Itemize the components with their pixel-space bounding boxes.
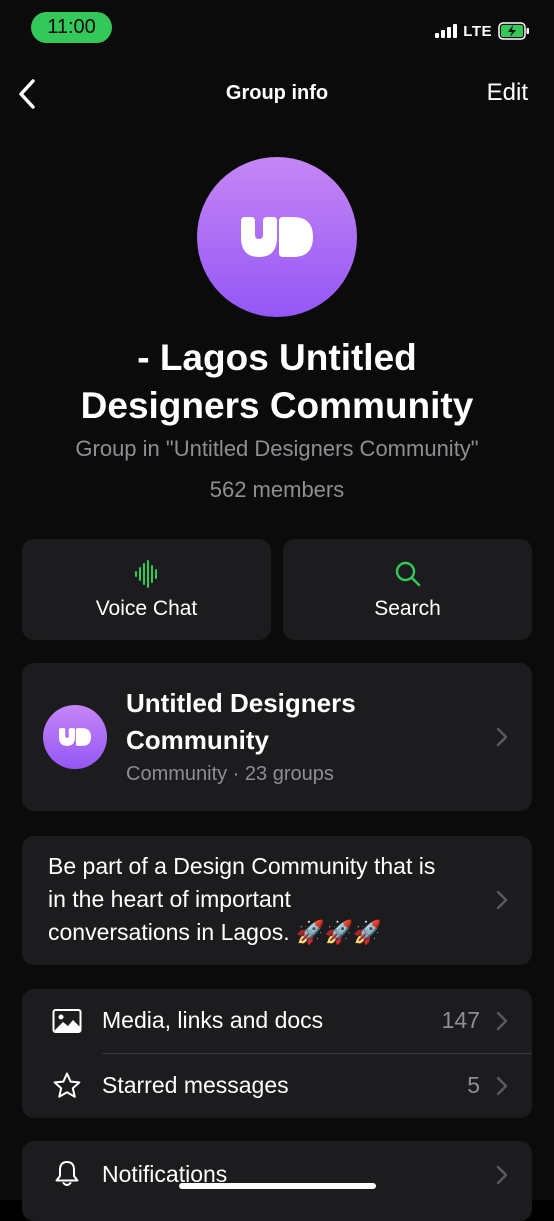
- voice-chat-button[interactable]: Voice Chat: [22, 539, 271, 640]
- chevron-right-icon: [496, 1165, 508, 1185]
- status-bar: 11:00 LTE: [0, 0, 554, 56]
- chevron-right-icon: [496, 727, 508, 747]
- search-button[interactable]: Search: [283, 539, 532, 640]
- starred-messages-label: Starred messages: [102, 1072, 289, 1098]
- voice-chat-label: Voice Chat: [95, 597, 198, 620]
- battery-charging-icon: [498, 22, 529, 40]
- shared-content-list: Media, links and docs 147 Starred messag…: [22, 989, 532, 1118]
- signal-icon: [435, 24, 458, 38]
- starred-count: 5: [467, 1072, 480, 1098]
- group-description[interactable]: Be part of a Design Community that is in…: [22, 836, 532, 965]
- description-text: Be part of a Design Community that is in…: [48, 850, 488, 949]
- group-title-line2: Designers Community: [80, 385, 474, 426]
- edit-button[interactable]: Edit: [487, 79, 528, 107]
- chevron-right-icon: [496, 1076, 508, 1096]
- navigation-bar: Group info Edit: [0, 70, 554, 118]
- community-avatar: [43, 705, 107, 769]
- star-icon: [53, 1072, 81, 1098]
- ud-logo-icon: [241, 217, 313, 257]
- search-icon: [395, 561, 420, 587]
- group-title-line1: - Lagos Untitled: [137, 337, 417, 378]
- search-label: Search: [374, 597, 441, 620]
- group-title: - Lagos Untitled Designers Community: [30, 334, 524, 430]
- description-line1: Be part of a Design Community that is: [48, 853, 436, 879]
- media-links-docs-label: Media, links and docs: [102, 1007, 324, 1033]
- community-name-line2: Community: [126, 725, 269, 755]
- notifications-row[interactable]: Notifications: [22, 1141, 532, 1221]
- ud-logo-icon: [59, 728, 91, 746]
- media-count: 147: [441, 1007, 480, 1033]
- members-count: 562 members: [209, 477, 345, 502]
- chevron-right-icon: [496, 1011, 508, 1031]
- status-indicators: LTE: [435, 22, 530, 40]
- chevron-right-icon: [496, 890, 508, 910]
- bell-icon: [55, 1161, 79, 1186]
- image-icon: [52, 1009, 82, 1033]
- starred-messages-row[interactable]: Starred messages 5: [22, 1054, 532, 1118]
- description-line2: in the heart of important: [48, 886, 291, 912]
- community-name: Untitled Designers Community: [126, 685, 446, 759]
- network-type: LTE: [463, 22, 492, 40]
- community-meta: Community · 23 groups: [126, 763, 334, 785]
- page-title: Group info: [225, 82, 329, 104]
- home-indicator[interactable]: [179, 1183, 376, 1189]
- group-avatar[interactable]: [197, 157, 357, 317]
- media-links-docs-row[interactable]: Media, links and docs 147: [22, 989, 532, 1054]
- group-subtitle: Group in "Untitled Designers Community": [75, 436, 479, 461]
- community-name-line1: Untitled Designers: [126, 688, 356, 718]
- description-line3: conversations in Lagos. 🚀🚀🚀: [48, 919, 382, 945]
- voice-wave-icon: [134, 560, 157, 588]
- community-card[interactable]: Untitled Designers Community Community ·…: [22, 663, 532, 811]
- status-time: 11:00: [31, 12, 112, 43]
